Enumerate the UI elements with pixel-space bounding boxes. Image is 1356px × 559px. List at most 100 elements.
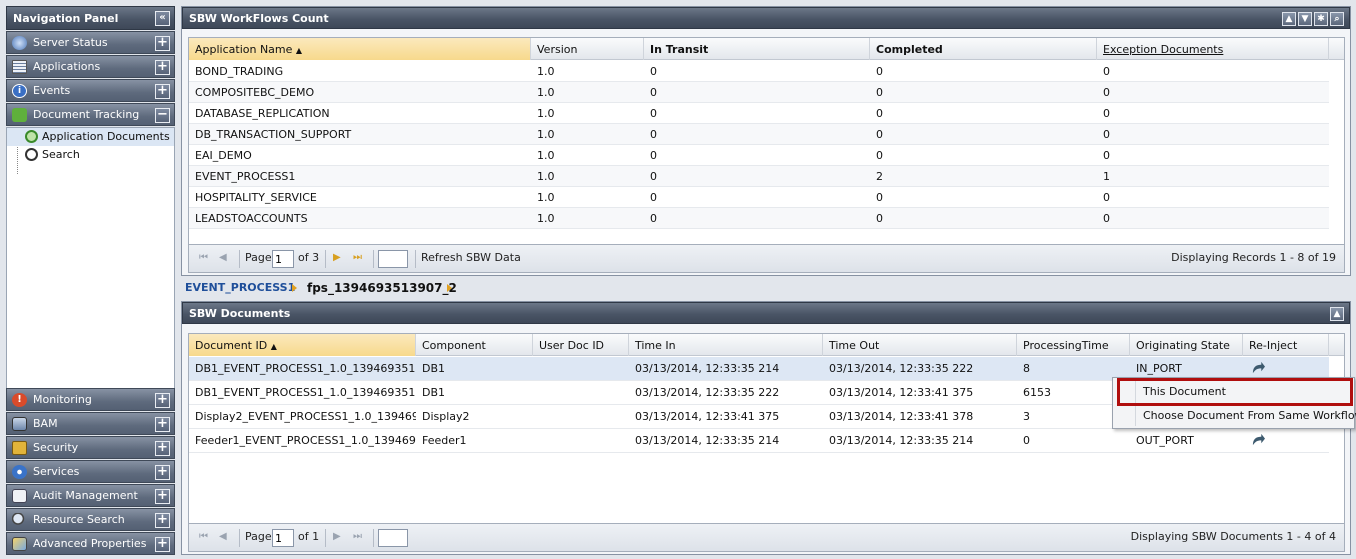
expand-icon[interactable]: + xyxy=(155,60,170,75)
next-page-icon[interactable]: ▶ xyxy=(333,532,343,542)
documents-pager: ⏮ ◀ Page of 1 ▶ ⏭ Displaying SBW Documen… xyxy=(188,524,1345,552)
expand-icon[interactable]: + xyxy=(155,465,170,480)
nav-item-applications[interactable]: Applications + xyxy=(6,55,175,78)
nav-item-monitoring[interactable]: ! Monitoring + xyxy=(6,388,175,411)
table-row[interactable]: EAI_DEMO 1.0 0 0 0 xyxy=(189,145,1329,166)
table-cell: HOSPITALITY_SERVICE xyxy=(195,191,317,204)
page-size-input[interactable] xyxy=(378,250,408,268)
last-page-icon[interactable]: ⏭ xyxy=(353,253,363,263)
gear-icon[interactable]: ✱ xyxy=(1314,12,1328,26)
column-label: In Transit xyxy=(650,43,709,56)
first-page-icon[interactable]: ⏮ xyxy=(199,253,209,263)
table-cell: 0 xyxy=(876,191,883,204)
expand-icon[interactable]: + xyxy=(155,36,170,51)
nav-item-security[interactable]: Security + xyxy=(6,436,175,459)
expand-icon[interactable]: + xyxy=(155,84,170,99)
expand-icon[interactable]: + xyxy=(155,489,170,504)
expand-icon[interactable]: + xyxy=(155,393,170,408)
column-header-completed[interactable]: Completed xyxy=(870,38,1097,60)
column-header-time-out[interactable]: Time Out xyxy=(823,334,1017,356)
reinject-arrow-icon[interactable] xyxy=(1251,361,1266,374)
separator xyxy=(415,250,416,268)
table-row[interactable]: LEADSTOACCOUNTS 1.0 0 0 0 xyxy=(189,208,1329,229)
column-header-document-id[interactable]: Document ID ▲ xyxy=(189,334,416,356)
breadcrumb-event-process[interactable]: EVENT_PROCESS1 xyxy=(185,281,295,294)
first-page-icon[interactable]: ⏮ xyxy=(199,532,209,542)
table-row[interactable]: BOND_TRADING 1.0 0 0 0 xyxy=(189,61,1329,82)
column-header-time-in[interactable]: Time In xyxy=(629,334,823,356)
table-cell: Display2 xyxy=(422,410,470,423)
records-status: Displaying Records 1 - 8 of 19 xyxy=(1171,251,1336,264)
page-number-input[interactable] xyxy=(272,529,294,547)
reinject-cell[interactable] xyxy=(1243,429,1329,450)
expand-icon[interactable]: + xyxy=(155,441,170,456)
tree-item-label: Search xyxy=(42,148,80,161)
expand-icon[interactable]: + xyxy=(155,537,170,552)
nav-item-resource-search[interactable]: Resource Search + xyxy=(6,508,175,531)
list-icon xyxy=(12,60,27,74)
collapse-up-icon[interactable]: ▲ xyxy=(1282,12,1296,26)
menu-item-choose-document-same-workflow[interactable]: Choose Document From Same Workflow xyxy=(1113,404,1356,428)
column-header-component[interactable]: Component xyxy=(416,334,533,356)
table-cell: LEADSTOACCOUNTS xyxy=(195,212,308,225)
table-cell: OUT_PORT xyxy=(1136,434,1194,447)
nav-item-audit-management[interactable]: Audit Management + xyxy=(6,484,175,507)
nav-item-document-tracking[interactable]: Document Tracking − xyxy=(6,103,175,126)
magnifier-icon xyxy=(12,513,27,527)
table-row[interactable]: DB_TRANSACTION_SUPPORT 1.0 0 0 0 xyxy=(189,124,1329,145)
double-chevron-left-icon[interactable]: « xyxy=(155,11,170,26)
column-header-re-inject[interactable]: Re-Inject xyxy=(1243,334,1329,356)
table-row[interactable]: HOSPITALITY_SERVICE 1.0 0 0 0 xyxy=(189,187,1329,208)
nav-item-server-status[interactable]: Server Status + xyxy=(6,31,175,54)
collapse-up-icon[interactable]: ▲ xyxy=(1330,307,1344,321)
prev-page-icon[interactable]: ◀ xyxy=(219,253,229,263)
table-cell: 0 xyxy=(650,149,657,162)
table-cell: 0 xyxy=(650,86,657,99)
search-icon[interactable]: ⌕ xyxy=(1330,12,1344,26)
last-page-icon[interactable]: ⏭ xyxy=(353,532,363,542)
table-row[interactable]: DATABASE_REPLICATION 1.0 0 0 0 xyxy=(189,103,1329,124)
column-header-exception-documents[interactable]: Exception Documents xyxy=(1097,38,1329,60)
table-row[interactable]: EVENT_PROCESS1 1.0 0 2 1 xyxy=(189,166,1329,187)
tree-item-search[interactable]: Search xyxy=(7,146,174,164)
table-cell: 0 xyxy=(876,212,883,225)
nav-item-advanced-properties[interactable]: Advanced Properties + xyxy=(6,532,175,555)
next-page-icon[interactable]: ▶ xyxy=(333,253,343,263)
table-cell: 0 xyxy=(1103,149,1110,162)
nav-item-services[interactable]: Services + xyxy=(6,460,175,483)
column-header-version[interactable]: Version xyxy=(531,38,644,60)
page-number-input[interactable] xyxy=(272,250,294,268)
table-cell: 0 xyxy=(876,149,883,162)
page-size-input[interactable] xyxy=(378,529,408,547)
column-header-processing-time[interactable]: ProcessingTime xyxy=(1017,334,1130,356)
nav-item-events[interactable]: i Events + xyxy=(6,79,175,102)
reinject-arrow-icon[interactable] xyxy=(1251,433,1266,446)
column-header-user-doc-id[interactable]: User Doc ID xyxy=(533,334,629,356)
nav-item-label: Applications xyxy=(33,60,101,73)
column-header-in-transit[interactable]: In Transit xyxy=(644,38,870,60)
breadcrumb-arrow-icon xyxy=(292,284,297,292)
refresh-sbw-data-button[interactable]: Refresh SBW Data xyxy=(421,251,521,264)
table-cell xyxy=(533,429,629,453)
column-header-originating-state[interactable]: Originating State xyxy=(1130,334,1243,356)
chevron-down-icon[interactable]: ▼ xyxy=(1298,12,1312,26)
prev-page-icon[interactable]: ◀ xyxy=(219,532,229,542)
nav-item-label: BAM xyxy=(33,417,58,430)
table-row[interactable]: COMPOSITEBC_DEMO 1.0 0 0 0 xyxy=(189,82,1329,103)
tree-item-application-documents[interactable]: Application Documents xyxy=(7,128,174,146)
breadcrumb-document-fps[interactable]: fps_1394693513907_2 xyxy=(307,281,457,295)
table-cell: 1 xyxy=(1103,170,1110,183)
reinject-cell[interactable] xyxy=(1243,357,1329,378)
separator xyxy=(239,529,240,547)
nav-item-bam[interactable]: BAM + xyxy=(6,412,175,435)
expand-icon[interactable]: + xyxy=(155,417,170,432)
column-header-application-name[interactable]: Application Name ▲ xyxy=(189,38,531,60)
table-cell: 0 xyxy=(1103,128,1110,141)
collapse-icon[interactable]: − xyxy=(155,108,170,123)
clock-icon xyxy=(25,130,38,143)
page-label: Page xyxy=(245,530,272,543)
table-cell: DATABASE_REPLICATION xyxy=(195,107,330,120)
expand-icon[interactable]: + xyxy=(155,513,170,528)
table-row[interactable]: Feeder1_EVENT_PROCESS1_1.0_1394693513 Fee… xyxy=(189,429,1329,453)
separator xyxy=(325,250,326,268)
